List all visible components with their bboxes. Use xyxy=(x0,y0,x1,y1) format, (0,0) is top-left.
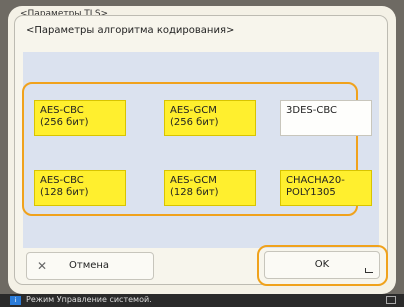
status-text: Режим Управление системой. xyxy=(26,295,152,304)
status-info-icon: i xyxy=(10,296,21,305)
status-bar: i Режим Управление системой. xyxy=(0,294,404,307)
cancel-button-label: Отмена xyxy=(69,260,110,271)
option-3des-cbc[interactable]: 3DES-CBC xyxy=(280,100,372,136)
dialog-title: <Параметры алгоритма кодирования> xyxy=(26,25,235,36)
window-switch-icon[interactable] xyxy=(386,296,396,304)
option-aes-gcm-256[interactable]: AES-GCM (256 бит) xyxy=(164,100,256,136)
option-aes-cbc-128[interactable]: AES-CBC (128 бит) xyxy=(34,170,126,206)
option-aes-gcm-128[interactable]: AES-GCM (128 бит) xyxy=(164,170,256,206)
enter-corner-icon xyxy=(365,268,373,273)
close-icon: ✕ xyxy=(37,259,48,273)
ok-button[interactable]: OK xyxy=(264,251,380,279)
option-chacha20-poly1305[interactable]: CHACHA20- POLY1305 xyxy=(280,170,372,206)
cancel-button[interactable]: ✕ Отмена xyxy=(26,252,154,280)
option-aes-cbc-256[interactable]: AES-CBC (256 бит) xyxy=(34,100,126,136)
ok-button-label: OK xyxy=(314,259,330,270)
